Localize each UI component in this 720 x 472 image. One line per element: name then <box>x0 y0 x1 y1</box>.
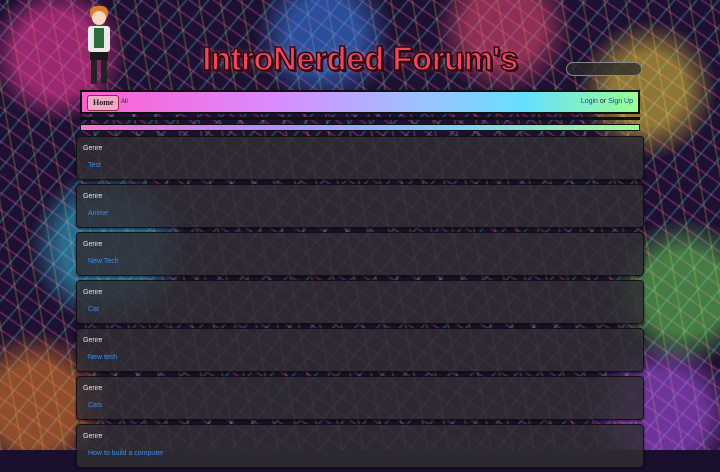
auth-separator: or <box>599 98 607 105</box>
category-genre-label: Genre <box>83 337 103 344</box>
category-panel: Genre Test <box>76 136 644 180</box>
category-link[interactable]: Cat <box>88 306 99 313</box>
divider-bar <box>80 117 640 120</box>
category-genre-label: Genre <box>83 385 103 392</box>
site-title: IntroNerded Forum's <box>201 39 519 78</box>
category-panel: Genre Cats <box>76 376 644 420</box>
category-panel: Genre New Tech <box>76 232 644 276</box>
category-genre-label: Genre <box>83 433 103 440</box>
category-link[interactable]: Test <box>88 162 101 169</box>
category-list: Genre Test Genre Anime Genre New Tech Ge… <box>76 136 644 472</box>
anime-character-icon <box>88 6 110 84</box>
category-link[interactable]: Anime <box>88 210 108 217</box>
decorative-strip <box>80 124 640 131</box>
category-link[interactable]: How to build a computer <box>88 450 163 457</box>
nav-all-link[interactable]: All <box>121 95 128 109</box>
category-genre-label: Genre <box>83 193 103 200</box>
auth-links: Login or Sign Up <box>581 95 633 109</box>
category-genre-label: Genre <box>83 145 103 152</box>
signup-link[interactable]: Sign Up <box>608 98 633 105</box>
category-link[interactable]: New tech <box>88 354 117 361</box>
category-panel: Genre New tech <box>76 328 644 372</box>
category-panel: Genre Anime <box>76 184 644 228</box>
navbar: Home All Login or Sign Up <box>80 90 640 114</box>
category-panel: Genre How to build a computer <box>76 424 644 468</box>
login-link[interactable]: Login <box>581 98 598 105</box>
category-genre-label: Genre <box>83 241 103 248</box>
search-input[interactable] <box>566 62 642 76</box>
category-link[interactable]: New Tech <box>88 258 119 265</box>
nav-home-button[interactable]: Home <box>87 95 120 111</box>
category-link[interactable]: Cats <box>88 402 102 409</box>
category-panel: Genre Cat <box>76 280 644 324</box>
category-genre-label: Genre <box>83 289 103 296</box>
